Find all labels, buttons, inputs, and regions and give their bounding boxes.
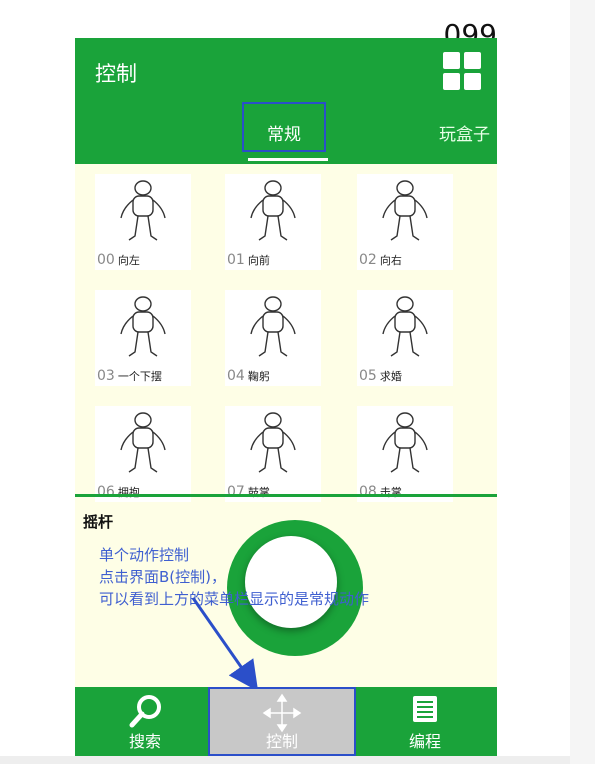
phone-screen: 099 控制 常规 玩盒子 00 向左 01 向前 02 向右 03 一个下摆 04 鞠躬 05 求婚… [75,8,497,756]
nav-search-label: 搜索 [128,732,161,751]
nav-program[interactable]: 编程 [375,687,475,756]
search-icon [129,695,161,728]
list-icon [413,696,437,722]
side-panel [570,0,595,764]
bottom-nav: 搜索 控制 编程 [75,687,497,756]
bottom-strip [0,756,570,764]
nav-program-label: 编程 [408,732,441,751]
annotation-highlight-nav [208,687,356,756]
nav-search[interactable]: 搜索 [95,687,195,756]
annotation-arrow [191,597,259,692]
